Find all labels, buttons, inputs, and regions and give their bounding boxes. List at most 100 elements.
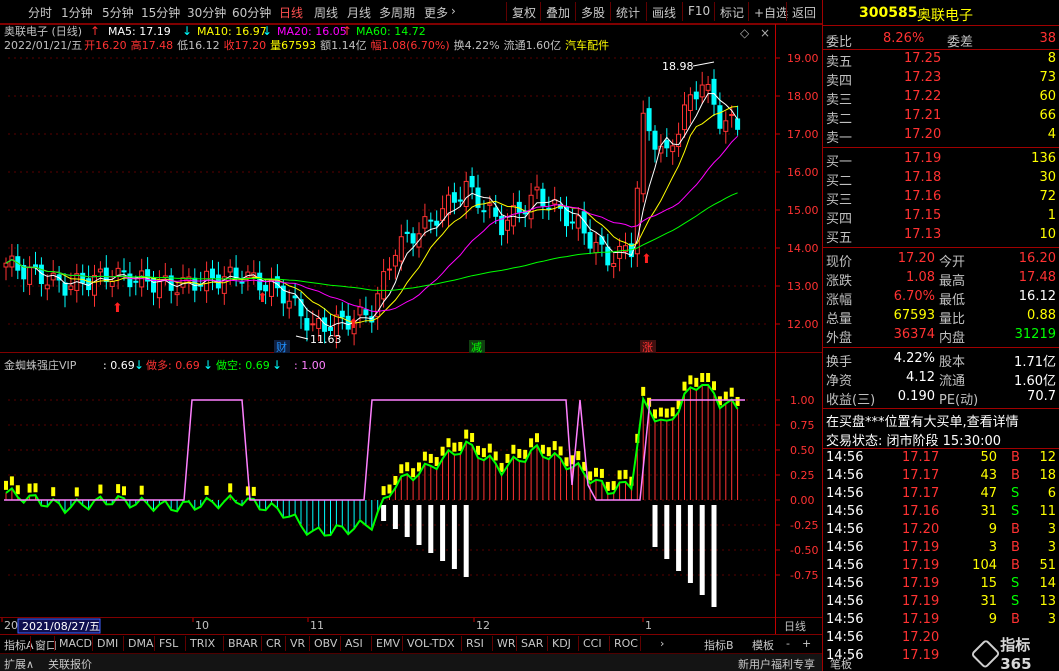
quote-row: 现价 17.20 今开 16.20 xyxy=(823,250,1059,270)
indicator-b-tab[interactable]: 指标B xyxy=(704,637,734,653)
indicator-tab-7[interactable]: BRAR xyxy=(228,637,258,650)
indicator-cap xyxy=(452,442,457,452)
indicator-tab-17[interactable]: KDJ xyxy=(552,637,571,650)
tick-time: 14:56 xyxy=(826,450,864,465)
quote-label: 外盘 xyxy=(826,331,853,346)
ma-ma10: MA10: 16.97 xyxy=(197,25,267,38)
bid-volume: 1 xyxy=(1047,208,1056,223)
buy-arrow-icon: ⬆ xyxy=(641,252,652,267)
indicator-cap xyxy=(98,484,103,494)
panel-divider xyxy=(823,347,1059,348)
indicator-tab-3[interactable]: DMI xyxy=(97,637,118,650)
trade-state-row: 交易状态: 闭市阶段 15:30:00 xyxy=(823,429,1059,449)
new-user-welfare[interactable]: 新用户福利专享 xyxy=(738,656,815,671)
candle-body xyxy=(451,192,457,203)
zoom-button-1[interactable]: + xyxy=(802,637,811,650)
fin-row: 收益(三) 0.190 PE(动) 70.7 xyxy=(823,388,1059,408)
board-button[interactable]: 笔板 xyxy=(830,656,852,671)
tick-count: 3 xyxy=(1047,522,1056,537)
indicator-cap xyxy=(594,467,598,477)
indicator-tab-16[interactable]: SAR xyxy=(521,637,543,650)
settings-diamond-icon[interactable]: ◇ xyxy=(740,26,750,40)
indicator-cap xyxy=(487,443,492,453)
indicator-tab-9[interactable]: VR xyxy=(290,637,305,650)
indicator-white-bar xyxy=(404,505,410,537)
close-icon[interactable]: × xyxy=(760,26,770,40)
indicator-tab-5[interactable]: FSL xyxy=(159,637,178,650)
quote-value: 31219 xyxy=(1014,327,1056,342)
indicator-cap xyxy=(617,470,622,480)
kline-chart[interactable]: 2022/01/21/五 开16.20 高17.48 低16.12 收17.20 量675… xyxy=(0,0,822,634)
up-arrow-icon: ↑ xyxy=(90,24,100,38)
indicator-tick: 0.75 xyxy=(790,419,815,432)
indicator-tab-15[interactable]: WR xyxy=(497,637,516,650)
candle-body xyxy=(286,300,292,309)
zoom-button-0[interactable]: - xyxy=(786,637,790,650)
indicator-tab-4[interactable]: DMA xyxy=(128,637,154,650)
quote-label: 内盘 xyxy=(939,331,966,346)
indicator-tab-10[interactable]: OBV xyxy=(314,637,337,650)
indicator-tick: 0.25 xyxy=(790,469,815,482)
indicator-tab-14[interactable]: RSI xyxy=(466,637,484,650)
ask-price: 17.21 xyxy=(904,108,942,123)
indicator-cap xyxy=(428,453,433,463)
indicator-tab-6[interactable]: TRIX xyxy=(190,637,215,650)
big-order-notice[interactable]: 在买盘***位置有大买单,查看详情 xyxy=(826,411,1019,430)
notice-row: 在买盘***位置有大买单,查看详情 xyxy=(823,410,1059,430)
ask-volume: 73 xyxy=(1039,70,1056,85)
indicator-tab-2[interactable]: MACD xyxy=(59,637,92,650)
indicator-cap xyxy=(712,381,716,391)
indicator-cap xyxy=(694,377,699,387)
stock-header: 300585 奥联电子 xyxy=(823,0,1059,26)
indicator-cap xyxy=(706,373,711,382)
related-quote-button[interactable]: 关联报价 xyxy=(48,656,92,671)
indicator-tab-19[interactable]: ROC xyxy=(614,637,638,650)
ask-volume: 8 xyxy=(1047,51,1056,66)
bid-price: 17.15 xyxy=(904,208,942,223)
event-label-1: 减 xyxy=(471,341,482,354)
indicator-white-bar xyxy=(687,505,693,583)
indicator-title: 金蜘蛛强庄VIP xyxy=(4,358,77,372)
tab-separator xyxy=(461,636,462,651)
candle-body xyxy=(227,266,233,273)
period-mode[interactable]: 日线 xyxy=(784,619,806,633)
tick-row: 14:56 17.16 31 S 11 xyxy=(823,503,1059,522)
tick-volume: 31 xyxy=(980,504,997,519)
x-tick: 11 xyxy=(310,619,324,632)
ma-ma20: MA20: 16.05 xyxy=(277,25,347,38)
indicator-cap xyxy=(535,433,539,443)
candle-body xyxy=(599,236,605,245)
candle-body xyxy=(428,219,434,222)
tick-direction: B xyxy=(1011,450,1020,465)
candle-body xyxy=(363,309,369,316)
candle-body xyxy=(33,264,38,268)
expand-button[interactable]: 扩展∧ xyxy=(4,656,34,671)
candle-body xyxy=(723,120,729,132)
tick-price: 17.20 xyxy=(902,630,940,645)
indicator-cap xyxy=(122,486,126,496)
indicator-tab-11[interactable]: ASI xyxy=(345,637,363,650)
candle-body xyxy=(434,220,440,226)
fin-label: 流通 xyxy=(939,374,966,389)
template-tab[interactable]: 模板 xyxy=(752,637,774,653)
quote-label: 现价 xyxy=(826,255,853,270)
indicator-tab-13[interactable]: VOL-TDX xyxy=(407,637,455,650)
cursor-date: 2021/08/27/五 xyxy=(22,620,100,633)
indicator-cap xyxy=(558,446,563,456)
quote-value: 36374 xyxy=(893,327,935,342)
indicator-tab-18[interactable]: CCI xyxy=(583,637,602,650)
tab-more-icon[interactable]: › xyxy=(660,637,664,650)
tick-count: 14 xyxy=(1039,576,1056,591)
ma20-line xyxy=(5,135,738,313)
indicator-tab-12[interactable]: EMV xyxy=(376,637,400,650)
indicator-cap xyxy=(464,429,469,439)
fin-label: 股本 xyxy=(939,355,966,370)
indicator-cap xyxy=(405,462,410,472)
tick-row: 14:56 17.19 104 B 51 xyxy=(823,557,1059,576)
tick-time: 14:56 xyxy=(826,558,864,573)
price-tick: 13.00 xyxy=(787,280,819,293)
indicator-tab-8[interactable]: CR xyxy=(266,637,281,650)
candle-body xyxy=(729,114,735,117)
weicha-value: 38 xyxy=(1039,31,1056,46)
candle-body xyxy=(174,292,180,296)
